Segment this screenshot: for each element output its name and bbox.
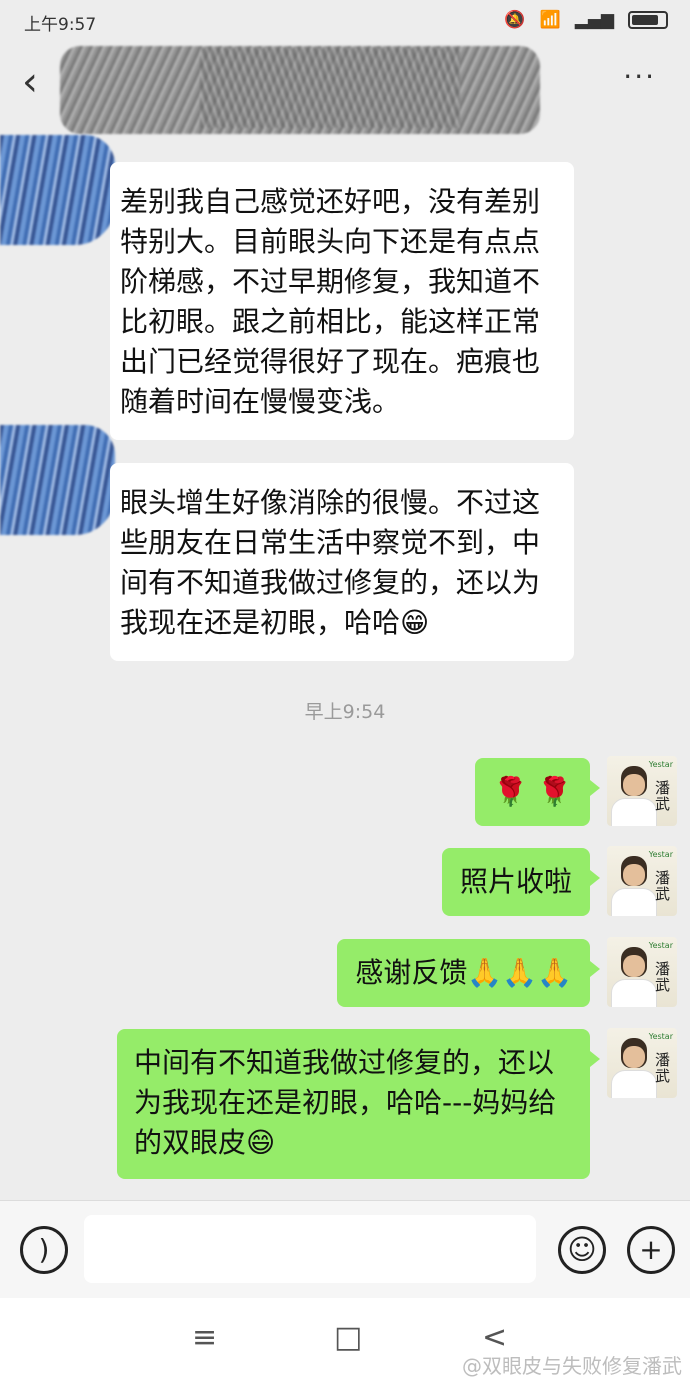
avatar-tag: Yestar bbox=[648, 1032, 673, 1041]
avatar-calligraphy: 潘武 bbox=[655, 1051, 671, 1085]
voice-icon[interactable]: ) bbox=[20, 1226, 68, 1274]
status-time: 上午9:57 bbox=[24, 15, 97, 35]
avatar-calligraphy: 潘武 bbox=[655, 779, 671, 813]
menu-nav-button[interactable]: ≡ bbox=[192, 1320, 217, 1355]
contact-avatar[interactable] bbox=[0, 425, 115, 535]
home-nav-button[interactable]: □ bbox=[334, 1320, 362, 1355]
message-input[interactable] bbox=[84, 1215, 536, 1283]
emoji-icon[interactable]: ☺ bbox=[558, 1226, 606, 1274]
chat-timestamp: 早上9:54 bbox=[304, 701, 386, 723]
message-text: 差别我自己感觉还好吧，没有差别特别大。目前眼头向下还是有点点阶梯感，不过早期修复… bbox=[120, 185, 541, 418]
avatar-calligraphy: 潘武 bbox=[655, 869, 671, 903]
wifi-icon: 📶 bbox=[539, 10, 561, 30]
message-text: 照片收啦 bbox=[459, 865, 572, 898]
watermark: @双眼皮与失败修复潘武 bbox=[462, 1354, 682, 1378]
outgoing-message[interactable]: 感谢反馈🙏🙏🙏 bbox=[337, 939, 600, 1007]
bell-off-icon: 🔕 bbox=[504, 10, 526, 30]
message-text: 眼头增生好像消除的很慢。不过这些朋友在日常生活中察觉不到，中间有不知道我做过修复… bbox=[120, 486, 541, 639]
plus-icon[interactable]: + bbox=[627, 1226, 675, 1274]
message-text: 感谢反馈🙏🙏🙏 bbox=[355, 956, 572, 989]
incoming-message[interactable]: 眼头增生好像消除的很慢。不过这些朋友在日常生活中察觉不到，中间有不知道我做过修复… bbox=[110, 463, 574, 661]
back-chevron-icon[interactable]: ‹ bbox=[22, 62, 38, 102]
avatar-tag: Yestar bbox=[648, 941, 673, 950]
outgoing-message[interactable]: 🌹 🌹 bbox=[475, 758, 600, 826]
redacted-contact-name-overlay bbox=[200, 48, 460, 128]
incoming-message[interactable]: 差别我自己感觉还好吧，没有差别特别大。目前眼头向下还是有点点阶梯感，不过早期修复… bbox=[110, 162, 574, 440]
doctor-avatar[interactable]: 潘武 Yestar bbox=[607, 846, 677, 916]
outgoing-message[interactable]: 照片收啦 bbox=[441, 848, 601, 916]
avatar-tag: Yestar bbox=[648, 760, 673, 769]
doctor-avatar[interactable]: 潘武 Yestar bbox=[607, 937, 677, 1007]
contact-avatar[interactable] bbox=[0, 135, 115, 245]
battery-icon bbox=[628, 11, 668, 29]
avatar-calligraphy: 潘武 bbox=[655, 960, 671, 994]
message-text: 🌹 🌹 bbox=[493, 775, 572, 808]
signal-icon: ▂▄▆ bbox=[574, 10, 614, 30]
input-bar: ) ☺ + bbox=[0, 1200, 690, 1299]
outgoing-message[interactable]: 中间有不知道我做过修复的，还以为我现在还是初眼，哈哈---妈妈给的双眼皮😄 bbox=[117, 1029, 600, 1179]
avatar-tag: Yestar bbox=[648, 850, 673, 859]
chat-header: ‹ ··· bbox=[0, 42, 690, 134]
more-options-button[interactable]: ··· bbox=[623, 60, 656, 93]
doctor-avatar[interactable]: 潘武 Yestar bbox=[607, 1028, 677, 1098]
doctor-avatar[interactable]: 潘武 Yestar bbox=[607, 756, 677, 826]
status-bar: 上午9:57 🔕 📶 ▂▄▆ bbox=[0, 0, 690, 42]
status-icons: 🔕 📶 ▂▄▆ bbox=[504, 10, 668, 30]
message-text: 中间有不知道我做过修复的，还以为我现在还是初眼，哈哈---妈妈给的双眼皮😄 bbox=[134, 1046, 557, 1159]
